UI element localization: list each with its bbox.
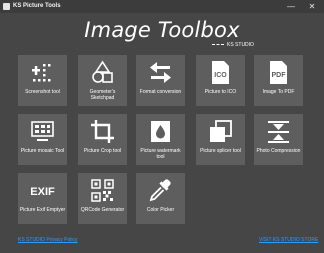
tool-label: Picture Exif Emptyer — [19, 207, 66, 213]
ico-icon-text: ICO — [214, 72, 227, 79]
qrcode-generator-button[interactable]: QRCode Generator — [78, 173, 127, 224]
tool-label: Format conversion — [139, 89, 182, 95]
geometers-sketchpad-button[interactable]: Geometer's Sketchpad — [78, 55, 127, 106]
tool-label: QRCode Generator — [80, 207, 125, 213]
studio-byline-text: KS STUDIO — [227, 42, 254, 48]
privacy-policy-link[interactable]: KS STUDIO Privacy Policy — [18, 237, 77, 244]
app-icon — [3, 3, 10, 10]
eyedropper-icon — [149, 179, 171, 202]
picture-crop-tool-button[interactable]: Picture Crop tool — [78, 114, 127, 165]
tool-label: Picture watermark tool — [140, 148, 181, 160]
close-icon[interactable]: ✕ — [305, 0, 319, 13]
pdf-icon-text: PDF — [272, 72, 287, 79]
mosaic-monitor-icon — [31, 121, 54, 141]
tool-label: Picture splicer tool — [200, 148, 241, 154]
photo-compression-button[interactable]: Photo Compression — [254, 114, 303, 165]
color-picker-button[interactable]: Color Picker — [136, 173, 185, 224]
minimize-icon[interactable]: — — [284, 0, 298, 13]
tool-label: Screenshot tool — [25, 89, 60, 95]
compress-icon — [268, 121, 289, 143]
picture-watermark-tool-button[interactable]: Picture watermark tool — [136, 114, 185, 165]
qrcode-icon — [91, 179, 114, 202]
format-conversion-button[interactable]: Format conversion — [136, 55, 185, 106]
visit-store-link[interactable]: VISIT KS STUDIO STORE — [259, 237, 318, 244]
screenshot-icon — [32, 64, 51, 82]
crop-icon — [91, 120, 114, 143]
watermark-drop-icon — [151, 121, 170, 142]
pdf-file-icon: PDF — [270, 61, 287, 84]
image-to-pdf-button[interactable]: PDF Image To PDF — [254, 55, 303, 106]
shapes-icon — [92, 60, 113, 83]
tool-label: Picture to ICO — [204, 89, 237, 95]
splice-squares-icon — [210, 120, 232, 142]
picture-to-ico-button[interactable]: ICO Picture to ICO — [196, 55, 245, 106]
ico-file-icon: ICO — [212, 61, 229, 84]
tool-label: Color Picker — [146, 207, 175, 213]
tool-label: Picture mosaic Tool — [20, 148, 65, 154]
picture-mosaic-tool-button[interactable]: Picture mosaic Tool — [18, 114, 67, 165]
tool-label: Image To PDF — [262, 89, 295, 95]
app-window: KS Picture Tools — ✕ Image Toolbox KS ST… — [0, 0, 324, 253]
picture-exif-emptyer-button[interactable]: EXIF Picture Exif Emptyer — [18, 173, 67, 224]
tool-label: Picture Crop tool — [83, 148, 122, 154]
screenshot-tool-button[interactable]: Screenshot tool — [18, 55, 67, 106]
picture-splicer-tool-button[interactable]: Picture splicer tool — [196, 114, 245, 165]
exif-icon-text: EXIF — [30, 186, 55, 198]
exif-icon: EXIF — [30, 186, 55, 198]
page-title: Image Toolbox — [84, 18, 240, 42]
studio-byline: KS STUDIO — [212, 42, 254, 49]
tool-label: Photo Compression — [256, 148, 301, 154]
title-bar[interactable]: KS Picture Tools — ✕ — [0, 0, 324, 13]
window-title: KS Picture Tools — [13, 3, 61, 9]
swap-arrows-icon — [150, 62, 171, 83]
byline-dash — [212, 44, 224, 46]
tool-label: Geometer's Sketchpad — [89, 89, 116, 101]
